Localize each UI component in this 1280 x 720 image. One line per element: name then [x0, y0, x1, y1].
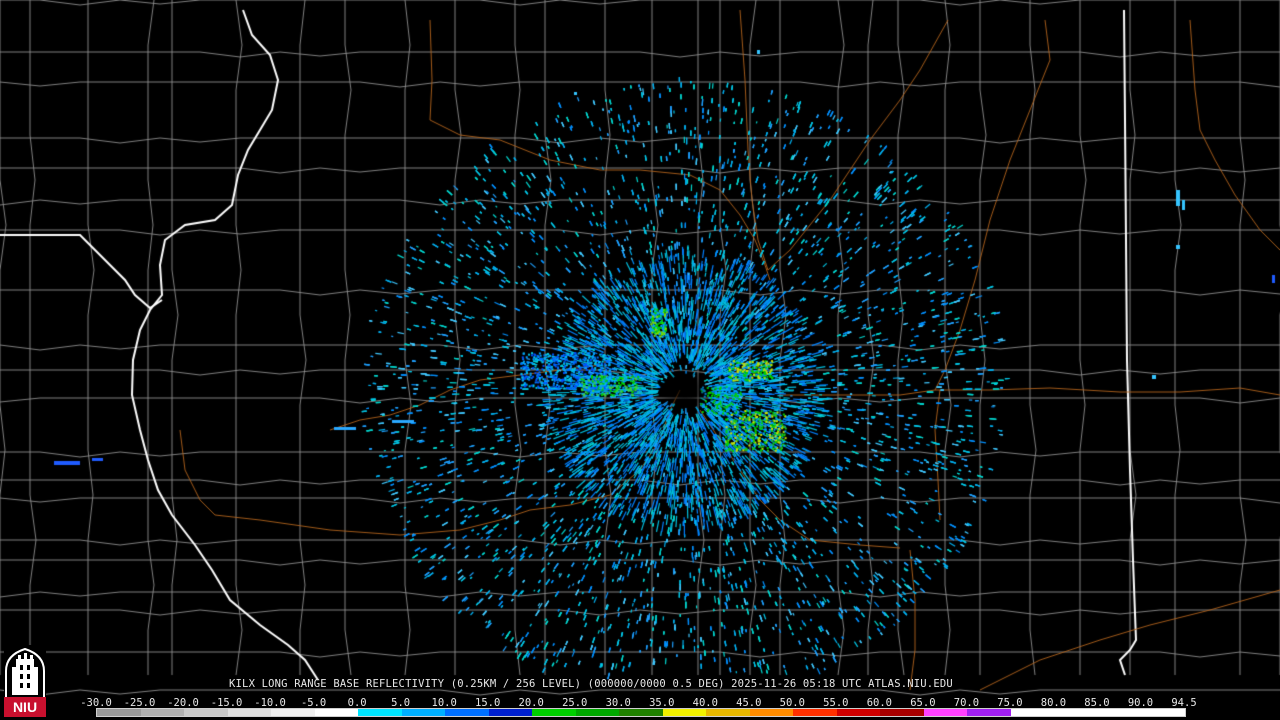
- scale-segment: [793, 709, 837, 716]
- scale-segment: [1141, 709, 1185, 716]
- scale-segment: [140, 709, 185, 716]
- scale-segment: [227, 709, 272, 716]
- scale-segment: [749, 709, 794, 716]
- color-scale-bar: [96, 708, 1186, 717]
- scale-segment: [358, 709, 402, 716]
- logo-text: NIU: [13, 699, 37, 715]
- scale-segment: [1054, 709, 1098, 716]
- radar-map-canvas: [0, 0, 1280, 720]
- scale-segment: [706, 709, 750, 716]
- scale-segment: [271, 709, 315, 716]
- scale-segment: [575, 709, 620, 716]
- scale-segment: [532, 709, 576, 716]
- scale-segment: [401, 709, 446, 716]
- scale-segment: [97, 709, 141, 716]
- product-caption: KILX LONG RANGE BASE REFLECTIVITY (0.25K…: [229, 678, 953, 690]
- scale-segment: [836, 709, 881, 716]
- scale-segment: [184, 709, 228, 716]
- scale-segment: [1010, 709, 1055, 716]
- scale-segment: [488, 709, 533, 716]
- scale-segment: [662, 709, 707, 716]
- scale-segment: [445, 709, 489, 716]
- scale-segment: [923, 709, 968, 716]
- scale-segment: [1097, 709, 1142, 716]
- niu-logo: NIU: [4, 645, 46, 717]
- scale-segment: [314, 709, 359, 716]
- scale-segment: [619, 709, 663, 716]
- scale-segment: [880, 709, 924, 716]
- radar-display: NIU KILX LONG RANGE BASE REFLECTIVITY (0…: [0, 0, 1280, 720]
- scale-segment: [967, 709, 1011, 716]
